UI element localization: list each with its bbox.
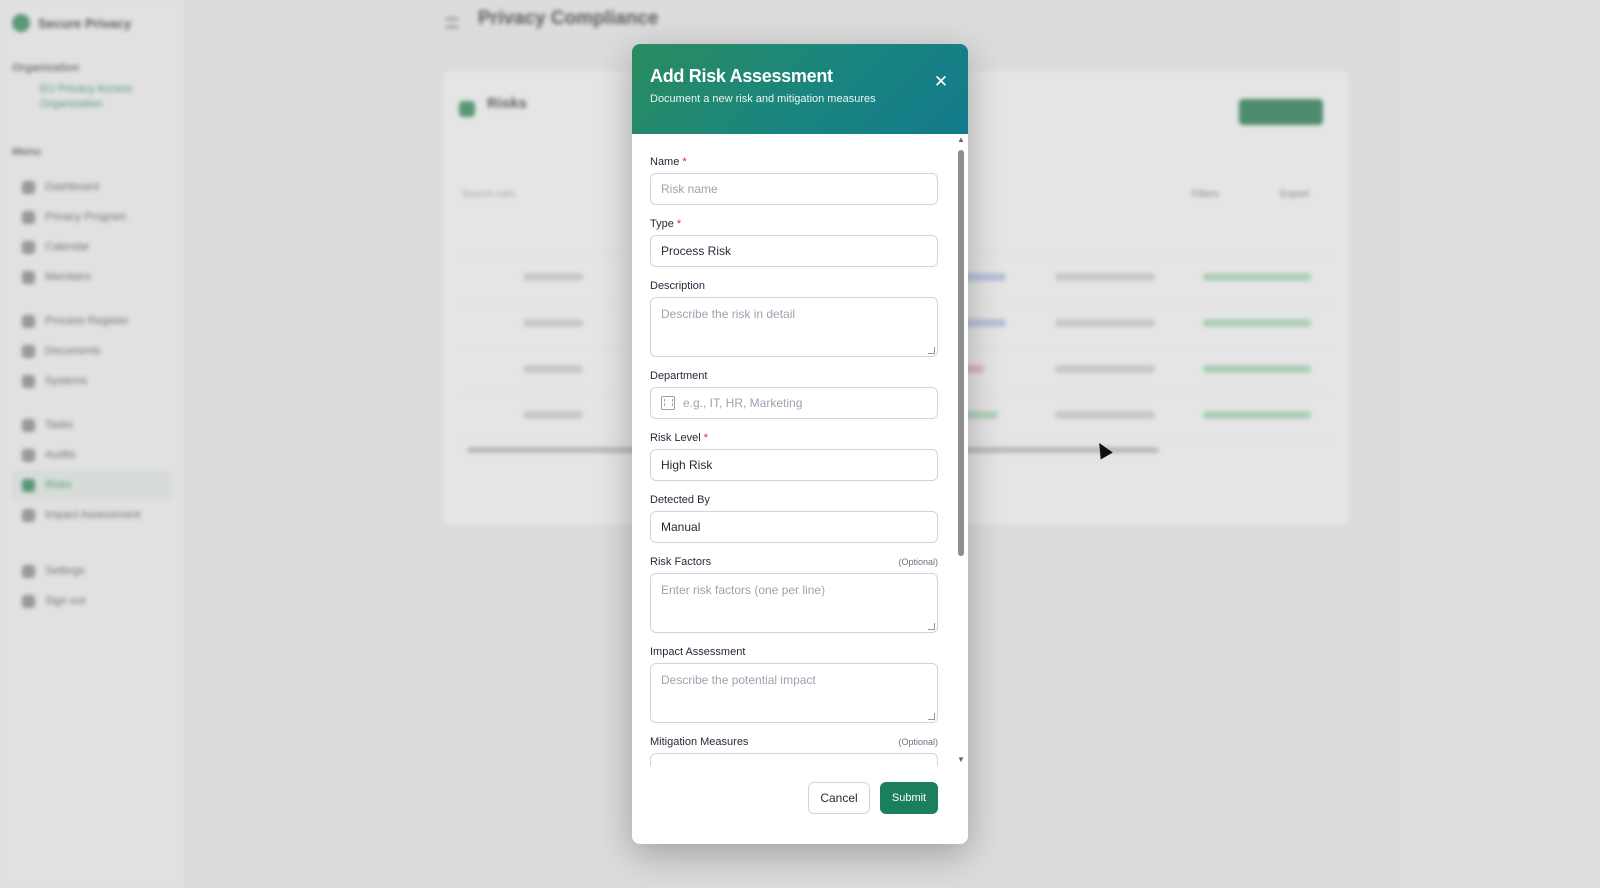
dialog-title: Add Risk Assessment <box>650 66 833 86</box>
impact-assessment-label: Impact Assessment <box>650 646 746 658</box>
description-label: Description <box>650 280 706 292</box>
required-marker: * <box>703 432 709 444</box>
scroll-down-arrow-icon[interactable]: ▼ <box>957 756 965 764</box>
mitigation-measures-field-group: Mitigation Measures (Optional) <box>650 736 938 766</box>
risk-factors-textarea[interactable]: Enter risk factors (one per line) <box>650 573 938 633</box>
dialog-subtitle: Document a new risk and mitigation measu… <box>650 93 876 105</box>
type-label: Type * <box>650 218 682 230</box>
risk-level-field-group: Risk Level * High Risk <box>650 432 938 481</box>
risk-factors-field-group: Risk Factors (Optional) Enter risk facto… <box>650 556 938 633</box>
impact-assessment-textarea[interactable]: Describe the potential impact <box>650 663 938 723</box>
scroll-up-arrow-icon[interactable]: ▲ <box>957 136 965 144</box>
resize-handle-icon[interactable] <box>928 713 935 720</box>
dialog-footer: Cancel Submit <box>632 766 968 844</box>
mitigation-measures-textarea[interactable] <box>650 753 938 766</box>
department-label: Department <box>650 370 708 382</box>
detected-by-field-group: Detected By Manual <box>650 494 938 543</box>
risk-factors-placeholder: Enter risk factors (one per line) <box>661 583 826 597</box>
name-label: Name * <box>650 156 687 168</box>
description-field-group: Description Describe the risk in detail <box>650 280 938 357</box>
description-placeholder: Describe the risk in detail <box>661 307 796 321</box>
detected-by-label: Detected By <box>650 494 710 506</box>
department-placeholder: e.g., IT, HR, Marketing <box>683 396 803 410</box>
building-icon <box>661 396 675 410</box>
submit-button[interactable]: Submit <box>880 782 938 814</box>
department-field-group: Department e.g., IT, HR, Marketing <box>650 370 938 419</box>
close-icon[interactable]: ✕ <box>932 73 950 91</box>
risk-form: Name * Risk name Type * Process Risk Descr… <box>632 134 968 766</box>
add-risk-assessment-dialog: Add Risk Assessment Document a new risk … <box>632 44 968 844</box>
department-input[interactable]: e.g., IT, HR, Marketing <box>650 387 938 419</box>
name-input[interactable]: Risk name <box>650 173 938 205</box>
scrollbar-thumb[interactable] <box>958 150 964 556</box>
type-field-group: Type * Process Risk <box>650 218 938 267</box>
required-marker: * <box>676 218 682 230</box>
type-select[interactable]: Process Risk <box>650 235 938 267</box>
description-textarea[interactable]: Describe the risk in detail <box>650 297 938 357</box>
dialog-vertical-scrollbar[interactable]: ▲ ▼ <box>957 136 965 764</box>
resize-handle-icon[interactable] <box>928 347 935 354</box>
optional-tag: (Optional) <box>898 737 938 747</box>
dialog-header: Add Risk Assessment Document a new risk … <box>632 44 968 134</box>
impact-assessment-field-group: Impact Assessment Describe the potential… <box>650 646 938 723</box>
risk-level-select[interactable]: High Risk <box>650 449 938 481</box>
name-field-group: Name * Risk name <box>650 156 938 205</box>
mitigation-measures-label: Mitigation Measures <box>650 736 749 748</box>
dialog-body[interactable]: Name * Risk name Type * Process Risk Descr… <box>632 134 968 766</box>
optional-tag: (Optional) <box>898 557 938 567</box>
cancel-button[interactable]: Cancel <box>808 782 870 814</box>
required-marker: * <box>682 156 687 168</box>
risk-level-label: Risk Level * <box>650 432 709 444</box>
resize-handle-icon[interactable] <box>928 623 935 630</box>
detected-by-select[interactable]: Manual <box>650 511 938 543</box>
impact-assessment-placeholder: Describe the potential impact <box>661 673 816 687</box>
risk-factors-label: Risk Factors <box>650 556 712 568</box>
